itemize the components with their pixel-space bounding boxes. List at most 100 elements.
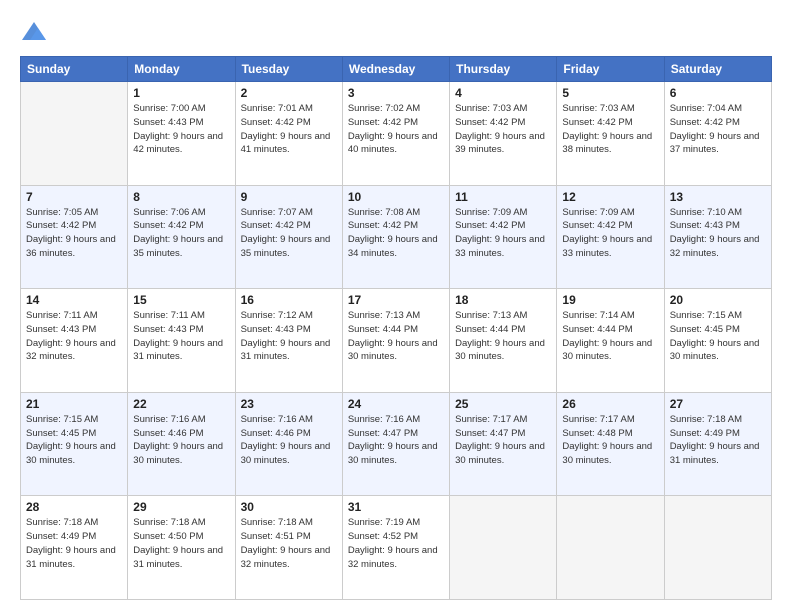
day-info: Sunrise: 7:15 AMSunset: 4:45 PMDaylight:…: [26, 413, 122, 468]
day-info: Sunrise: 7:13 AMSunset: 4:44 PMDaylight:…: [455, 309, 551, 364]
day-info: Sunrise: 7:11 AMSunset: 4:43 PMDaylight:…: [133, 309, 229, 364]
day-info: Sunrise: 7:11 AMSunset: 4:43 PMDaylight:…: [26, 309, 122, 364]
calendar-cell: 19 Sunrise: 7:14 AMSunset: 4:44 PMDayligh…: [557, 289, 664, 393]
day-number: 17: [348, 293, 444, 307]
day-number: 14: [26, 293, 122, 307]
calendar-cell: 6 Sunrise: 7:04 AMSunset: 4:42 PMDaylight…: [664, 82, 771, 186]
day-info: Sunrise: 7:16 AMSunset: 4:46 PMDaylight:…: [241, 413, 337, 468]
week-row-1: 1Sunrise: 7:00 AMSunset: 4:43 PMDaylight…: [21, 82, 772, 186]
calendar-cell: 7Sunrise: 7:05 AMSunset: 4:42 PMDaylight…: [21, 185, 128, 289]
day-info: Sunrise: 7:17 AMSunset: 4:47 PMDaylight:…: [455, 413, 551, 468]
calendar-cell: 8 Sunrise: 7:06 AMSunset: 4:42 PMDaylight…: [128, 185, 235, 289]
day-info: Sunrise: 7:15 AMSunset: 4:45 PMDaylight:…: [670, 309, 766, 364]
calendar-cell: 16 Sunrise: 7:12 AMSunset: 4:43 PMDayligh…: [235, 289, 342, 393]
day-info: Sunrise: 7:16 AMSunset: 4:46 PMDaylight:…: [133, 413, 229, 468]
day-number: 23: [241, 397, 337, 411]
day-info: Sunrise: 7:09 AMSunset: 4:42 PMDaylight:…: [562, 206, 658, 261]
day-info: Sunrise: 7:12 AMSunset: 4:43 PMDaylight:…: [241, 309, 337, 364]
header: [20, 18, 772, 46]
day-number: 19: [562, 293, 658, 307]
day-number: 22: [133, 397, 229, 411]
calendar-cell: 10 Sunrise: 7:08 AMSunset: 4:42 PMDayligh…: [342, 185, 449, 289]
calendar-cell: 25 Sunrise: 7:17 AMSunset: 4:47 PMDayligh…: [450, 392, 557, 496]
day-number: 11: [455, 190, 551, 204]
calendar-cell: 2 Sunrise: 7:01 AMSunset: 4:42 PMDaylight…: [235, 82, 342, 186]
day-info: Sunrise: 7:17 AMSunset: 4:48 PMDaylight:…: [562, 413, 658, 468]
day-info: Sunrise: 7:18 AMSunset: 4:51 PMDaylight:…: [241, 516, 337, 571]
weekday-header-monday: Monday: [128, 57, 235, 82]
week-row-2: 7Sunrise: 7:05 AMSunset: 4:42 PMDaylight…: [21, 185, 772, 289]
calendar-cell: 15 Sunrise: 7:11 AMSunset: 4:43 PMDayligh…: [128, 289, 235, 393]
calendar-cell: 5Sunrise: 7:03 AMSunset: 4:42 PMDaylight…: [557, 82, 664, 186]
day-number: 30: [241, 500, 337, 514]
calendar-cell: 23 Sunrise: 7:16 AMSunset: 4:46 PMDayligh…: [235, 392, 342, 496]
day-number: 9: [241, 190, 337, 204]
calendar-cell: 22 Sunrise: 7:16 AMSunset: 4:46 PMDayligh…: [128, 392, 235, 496]
day-number: 1: [133, 86, 229, 100]
day-number: 26: [562, 397, 658, 411]
calendar-cell: 1Sunrise: 7:00 AMSunset: 4:43 PMDaylight…: [128, 82, 235, 186]
day-number: 8: [133, 190, 229, 204]
day-info: Sunrise: 7:06 AMSunset: 4:42 PMDaylight:…: [133, 206, 229, 261]
weekday-header-thursday: Thursday: [450, 57, 557, 82]
logo: [20, 18, 52, 46]
calendar-cell: 20 Sunrise: 7:15 AMSunset: 4:45 PMDayligh…: [664, 289, 771, 393]
calendar-cell: 21 Sunrise: 7:15 AMSunset: 4:45 PMDayligh…: [21, 392, 128, 496]
weekday-header-tuesday: Tuesday: [235, 57, 342, 82]
day-number: 16: [241, 293, 337, 307]
day-info: Sunrise: 7:19 AMSunset: 4:52 PMDaylight:…: [348, 516, 444, 571]
calendar-cell: 24Sunrise: 7:16 AMSunset: 4:47 PMDayligh…: [342, 392, 449, 496]
calendar-cell: 12Sunrise: 7:09 AMSunset: 4:42 PMDayligh…: [557, 185, 664, 289]
day-number: 10: [348, 190, 444, 204]
day-info: Sunrise: 7:08 AMSunset: 4:42 PMDaylight:…: [348, 206, 444, 261]
day-info: Sunrise: 7:18 AMSunset: 4:49 PMDaylight:…: [670, 413, 766, 468]
weekday-header-sunday: Sunday: [21, 57, 128, 82]
day-number: 4: [455, 86, 551, 100]
calendar-cell: 31 Sunrise: 7:19 AMSunset: 4:52 PMDayligh…: [342, 496, 449, 600]
day-info: Sunrise: 7:13 AMSunset: 4:44 PMDaylight:…: [348, 309, 444, 364]
weekday-header-wednesday: Wednesday: [342, 57, 449, 82]
day-number: 15: [133, 293, 229, 307]
calendar-cell: 27 Sunrise: 7:18 AMSunset: 4:49 PMDayligh…: [664, 392, 771, 496]
day-info: Sunrise: 7:02 AMSunset: 4:42 PMDaylight:…: [348, 102, 444, 157]
day-number: 25: [455, 397, 551, 411]
day-number: 20: [670, 293, 766, 307]
day-info: Sunrise: 7:04 AMSunset: 4:42 PMDaylight:…: [670, 102, 766, 157]
page: SundayMondayTuesdayWednesdayThursdayFrid…: [0, 0, 792, 612]
weekday-header-row: SundayMondayTuesdayWednesdayThursdayFrid…: [21, 57, 772, 82]
day-info: Sunrise: 7:01 AMSunset: 4:42 PMDaylight:…: [241, 102, 337, 157]
calendar-cell: [557, 496, 664, 600]
week-row-3: 14 Sunrise: 7:11 AMSunset: 4:43 PMDayligh…: [21, 289, 772, 393]
day-info: Sunrise: 7:07 AMSunset: 4:42 PMDaylight:…: [241, 206, 337, 261]
day-info: Sunrise: 7:14 AMSunset: 4:44 PMDaylight:…: [562, 309, 658, 364]
calendar-cell: 30 Sunrise: 7:18 AMSunset: 4:51 PMDayligh…: [235, 496, 342, 600]
day-info: Sunrise: 7:05 AMSunset: 4:42 PMDaylight:…: [26, 206, 122, 261]
calendar-cell: 4 Sunrise: 7:03 AMSunset: 4:42 PMDaylight…: [450, 82, 557, 186]
weekday-header-friday: Friday: [557, 57, 664, 82]
calendar-cell: 18 Sunrise: 7:13 AMSunset: 4:44 PMDayligh…: [450, 289, 557, 393]
calendar-table: SundayMondayTuesdayWednesdayThursdayFrid…: [20, 56, 772, 600]
day-number: 18: [455, 293, 551, 307]
calendar-cell: [21, 82, 128, 186]
calendar-cell: 29Sunrise: 7:18 AMSunset: 4:50 PMDayligh…: [128, 496, 235, 600]
calendar-cell: 13Sunrise: 7:10 AMSunset: 4:43 PMDayligh…: [664, 185, 771, 289]
day-info: Sunrise: 7:03 AMSunset: 4:42 PMDaylight:…: [455, 102, 551, 157]
day-number: 5: [562, 86, 658, 100]
calendar-cell: 26 Sunrise: 7:17 AMSunset: 4:48 PMDayligh…: [557, 392, 664, 496]
day-number: 27: [670, 397, 766, 411]
week-row-5: 28Sunrise: 7:18 AMSunset: 4:49 PMDayligh…: [21, 496, 772, 600]
day-number: 2: [241, 86, 337, 100]
calendar-cell: 17 Sunrise: 7:13 AMSunset: 4:44 PMDayligh…: [342, 289, 449, 393]
day-number: 31: [348, 500, 444, 514]
day-number: 29: [133, 500, 229, 514]
week-row-4: 21 Sunrise: 7:15 AMSunset: 4:45 PMDayligh…: [21, 392, 772, 496]
day-number: 6: [670, 86, 766, 100]
day-number: 28: [26, 500, 122, 514]
day-number: 21: [26, 397, 122, 411]
day-number: 3: [348, 86, 444, 100]
logo-icon: [20, 18, 48, 46]
calendar-cell: 3 Sunrise: 7:02 AMSunset: 4:42 PMDaylight…: [342, 82, 449, 186]
calendar-cell: 14 Sunrise: 7:11 AMSunset: 4:43 PMDayligh…: [21, 289, 128, 393]
day-info: Sunrise: 7:16 AMSunset: 4:47 PMDaylight:…: [348, 413, 444, 468]
calendar-cell: [450, 496, 557, 600]
